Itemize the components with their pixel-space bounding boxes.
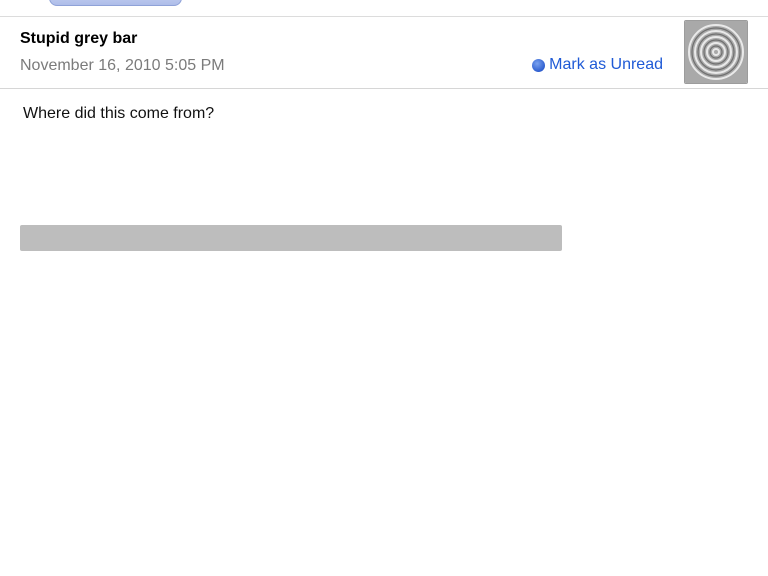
message-date: November 16, 2010 5:05 PM	[20, 57, 225, 74]
unread-dot-icon	[532, 58, 546, 72]
top-toolbar-strip	[0, 0, 768, 17]
message-body: Where did this come from?	[23, 105, 215, 122]
grey-bar	[20, 225, 562, 251]
mark-as-unread-button[interactable]: Mark as Unread	[532, 56, 663, 74]
message-subject: Stupid grey bar	[20, 30, 138, 47]
swirl-avatar-icon	[685, 21, 747, 83]
mark-as-unread-label: Mark as Unread	[549, 56, 663, 73]
toolbar-pill-button[interactable]	[49, 0, 182, 6]
message-header: Stupid grey bar November 16, 2010 5:05 P…	[0, 17, 768, 89]
sender-avatar[interactable]	[684, 20, 748, 84]
